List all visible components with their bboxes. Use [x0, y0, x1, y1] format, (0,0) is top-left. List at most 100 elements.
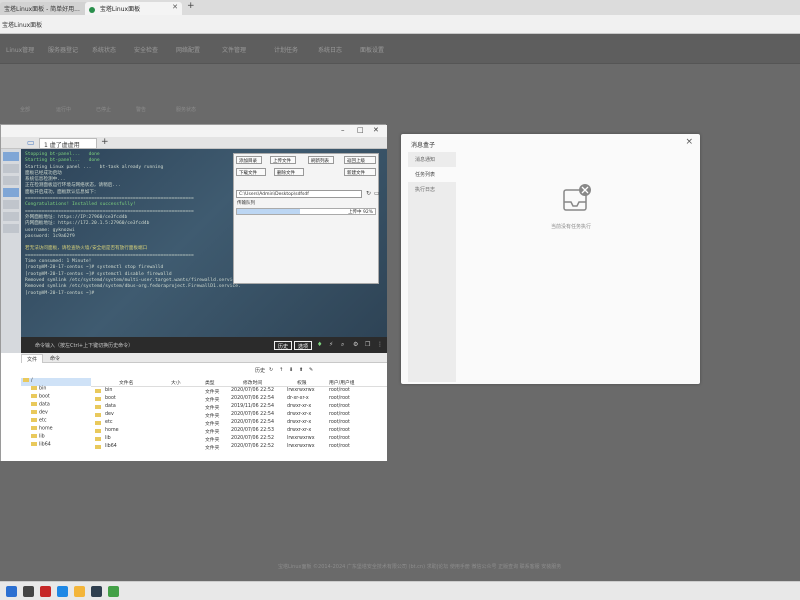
subnav-item[interactable]: 已停止 — [96, 106, 111, 113]
tree-item[interactable]: boot — [21, 394, 91, 402]
close-icon[interactable]: ✕ — [373, 126, 379, 134]
column-header[interactable]: 权限 — [297, 379, 307, 386]
search-icon[interactable] — [23, 586, 34, 597]
tree-item[interactable]: lib64 — [21, 442, 91, 450]
go-up-button[interactable]: 返回上级 — [344, 156, 376, 164]
file-row[interactable]: etc 文件夹 2020/07/06 22:54 drwxr-xr-x root/roo… — [91, 419, 387, 427]
subnav-item[interactable]: 服务状态 — [176, 106, 196, 113]
nav-item[interactable]: 系统状态 — [92, 45, 116, 54]
list-item[interactable] — [3, 200, 19, 209]
bolt-icon[interactable]: ⚡ — [329, 341, 333, 348]
subnav-item[interactable]: 警告 — [136, 106, 146, 113]
history-button[interactable]: 历史 — [274, 341, 293, 350]
terminal-icon[interactable] — [91, 586, 102, 597]
edge-icon[interactable] — [57, 586, 68, 597]
mic-icon[interactable]: ♦ — [317, 341, 322, 348]
tree-item[interactable]: home — [21, 426, 91, 434]
subnav-item[interactable]: 全部 — [20, 106, 30, 113]
download-icon[interactable]: ⬇ — [289, 367, 293, 373]
address-bar[interactable]: 宝塔Linux面板 — [0, 15, 800, 34]
list-item[interactable] — [3, 164, 19, 173]
command-input[interactable]: 命令输入（按左Ctrl+上下键切换历史命令） — [35, 342, 133, 349]
file-row[interactable]: dev 文件夹 2020/07/06 22:54 drwxr-xr-x root/roo… — [91, 411, 387, 419]
file-row[interactable]: home 文件夹 2020/07/06 22:53 drwxr-xr-x root/ro… — [91, 427, 387, 435]
tree-item[interactable]: data — [21, 402, 91, 410]
folder-icon[interactable]: ▭ — [374, 190, 380, 197]
session-tab[interactable]: 1 虚了虚虚用 — [39, 138, 97, 149]
tree-item[interactable]: lib — [21, 434, 91, 442]
sidebar-item-tasks[interactable]: 任务列表 — [408, 167, 456, 182]
list-item[interactable] — [3, 224, 19, 233]
column-header[interactable]: 用户/用户组 — [329, 379, 355, 386]
list-item[interactable] — [3, 176, 19, 185]
subnav-item[interactable]: 运行中 — [56, 106, 71, 113]
sidebar-item-logs[interactable]: 执行日志 — [408, 182, 456, 197]
maximize-icon[interactable]: □ — [357, 126, 364, 134]
history-button[interactable]: 历史 — [255, 367, 265, 374]
file-row[interactable]: lib 文件夹 2020/07/06 22:52 lrwxrwxrwx root/roo… — [91, 435, 387, 443]
file-cell-perm: drwxr-xr-x — [287, 420, 312, 425]
new-file-button[interactable]: 新建文件 — [344, 168, 376, 176]
list-item[interactable] — [3, 212, 19, 221]
close-icon[interactable]: ✕ — [172, 3, 178, 11]
download-file-button[interactable]: 下载文件 — [236, 168, 266, 176]
file-manager-tabs: 文件 命令 — [21, 353, 387, 363]
tree-item[interactable]: bin — [21, 386, 91, 394]
tree-item-label: data — [39, 402, 50, 408]
file-row[interactable]: bin 文件夹 2020/07/06 22:52 lrwxrwxrwx root/roo… — [91, 387, 387, 395]
new-tab-button[interactable]: + — [187, 1, 195, 11]
refresh-icon[interactable]: ↻ — [366, 190, 371, 197]
nav-item[interactable]: Linux管理 — [6, 45, 34, 54]
store-icon[interactable] — [108, 586, 119, 597]
new-session-button[interactable]: + — [101, 137, 109, 147]
explorer-icon[interactable] — [74, 586, 85, 597]
file-row[interactable]: lib64 文件夹 2020/07/06 22:52 lrwxrwxrwx root/r… — [91, 443, 387, 451]
list-item[interactable] — [3, 152, 19, 161]
folder-icon[interactable]: ▭ — [27, 138, 35, 147]
nav-item[interactable]: 文件管理 — [222, 45, 246, 54]
column-header[interactable]: 类型 — [205, 379, 215, 386]
options-button[interactable]: 选项 — [294, 341, 313, 350]
taskview-icon[interactable] — [40, 586, 51, 597]
tree-item[interactable]: etc — [21, 418, 91, 426]
add-directory-button[interactable]: 添加目录 — [236, 156, 262, 164]
list-item[interactable] — [3, 188, 19, 197]
session-tabs: ▭ 1 虚了虚虚用 + — [1, 137, 387, 149]
close-icon[interactable]: × — [685, 137, 693, 147]
folder-icon — [95, 437, 101, 441]
column-header[interactable]: 修改时间 — [243, 379, 262, 386]
search-icon[interactable]: ⌕ — [341, 341, 344, 349]
sidebar-item-notifications[interactable]: 消息通知 — [408, 152, 456, 167]
start-icon[interactable] — [6, 586, 17, 597]
nav-item[interactable]: 计划任务 — [274, 45, 298, 54]
nav-item[interactable]: 服务器登记 — [48, 45, 78, 54]
tab-files[interactable]: 文件 — [21, 354, 44, 363]
edit-icon[interactable]: ✎ — [309, 367, 313, 373]
column-header[interactable]: 大小 — [171, 379, 181, 386]
browser-tab-active[interactable]: 宝塔Linux面板 ✕ — [85, 2, 182, 15]
nav-item[interactable]: 面板设置 — [360, 45, 384, 54]
upload-file-button[interactable]: 上传文件 — [270, 156, 296, 164]
delete-file-button[interactable]: 删除文件 — [274, 168, 304, 176]
tree-item[interactable]: / — [21, 378, 91, 386]
file-row[interactable]: data 文件夹 2019/11/06 22:54 drwxr-xr-x root/ro… — [91, 403, 387, 411]
settings-icon[interactable]: ⚙ — [353, 341, 358, 348]
refresh-list-button[interactable]: 刷新列表 — [308, 156, 334, 164]
tree-item[interactable]: dev — [21, 410, 91, 418]
up-icon[interactable]: ↑ — [279, 367, 283, 373]
more-icon[interactable]: ⋮ — [377, 341, 383, 348]
minimize-icon[interactable]: – — [341, 126, 345, 134]
nav-item[interactable]: 安全检查 — [134, 45, 158, 54]
file-row[interactable]: boot 文件夹 2020/07/06 22:54 dr-xr-xr-x root/ro… — [91, 395, 387, 403]
refresh-icon[interactable]: ↻ — [269, 367, 273, 373]
nav-item[interactable]: 网络配置 — [176, 45, 200, 54]
file-cell-type: 文件夹 — [205, 390, 220, 395]
column-header[interactable]: 文件名 — [119, 379, 133, 386]
nav-item[interactable]: 系统日志 — [318, 45, 342, 54]
upload-icon[interactable]: ⬆ — [299, 367, 303, 373]
local-path-field[interactable]: C:\Users\Admin\Desktop\sdfsdf — [236, 190, 362, 198]
copy-icon[interactable]: ❐ — [365, 341, 370, 348]
tab-commands[interactable]: 命令 — [45, 354, 65, 363]
ssh-client-window: – □ ✕ ▭ 1 虚了虚虚用 + Stopping bt-panel... d… — [0, 124, 387, 461]
tree-item-label: bin — [39, 386, 47, 392]
